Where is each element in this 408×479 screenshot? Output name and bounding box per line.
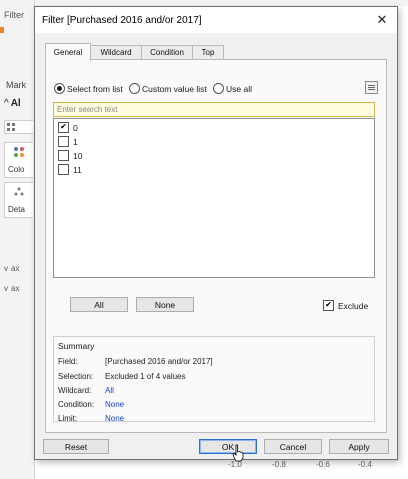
summary-field-label: Field: — [58, 357, 78, 366]
close-icon[interactable]: ✕ — [373, 11, 391, 29]
search-input[interactable] — [53, 102, 375, 117]
list-item[interactable]: 10 — [58, 150, 82, 162]
radio-use-all[interactable]: Use all — [213, 83, 252, 94]
exclude-checkbox[interactable]: Exclude — [323, 300, 368, 311]
summary-selection-value: Excluded 1 of 4 values — [105, 372, 186, 381]
radio-label: Use all — [226, 84, 252, 94]
marks-all-header[interactable]: ^ Al — [4, 98, 21, 109]
side-panel: Filter Mark ^ Al Colo Deta v ax v ax — [0, 0, 35, 479]
chevron-up-icon: ^ — [4, 98, 9, 109]
summary-condition-link[interactable]: None — [105, 400, 124, 409]
axis-tick: -0.6 — [316, 460, 330, 469]
hand-cursor-icon — [232, 444, 244, 462]
checkbox-checked-icon[interactable] — [323, 300, 334, 311]
select-all-button[interactable]: All — [70, 297, 128, 312]
color-tile-label: Colo — [8, 165, 25, 174]
axis-tick: -0.4 — [358, 460, 372, 469]
summary-limit-label: Limit: — [58, 414, 78, 423]
list-item-label: 1 — [73, 137, 78, 147]
detail-icon — [14, 187, 24, 196]
radio-selected-icon — [54, 83, 65, 94]
apply-button[interactable]: Apply — [329, 439, 389, 454]
checkbox-icon[interactable] — [58, 164, 69, 175]
summary-condition-label: Condition: — [58, 400, 95, 409]
list-options-button[interactable] — [365, 81, 378, 94]
chevron-down-icon: v — [4, 264, 8, 273]
color-icon — [14, 147, 24, 157]
measure-row-2[interactable]: v ax — [4, 284, 19, 293]
tab-wildcard[interactable]: Wildcard — [90, 45, 142, 60]
summary-box: Summary Field: [Purchased 2016 and/or 20… — [53, 336, 375, 423]
tab-condition[interactable]: Condition — [141, 45, 193, 60]
summary-wildcard-link[interactable]: All — [105, 386, 114, 395]
dialog-titlebar[interactable]: Filter [Purchased 2016 and/or 2017] ✕ — [35, 7, 397, 33]
radio-label: Custom value list — [142, 84, 207, 94]
detail-tile-label: Deta — [8, 205, 25, 214]
marks-all-label: Al — [10, 98, 21, 109]
values-list: 0 1 10 11 — [53, 118, 375, 278]
marks-card-label: Mark — [6, 80, 26, 90]
summary-selection-label: Selection: — [58, 372, 94, 381]
reset-button[interactable]: Reset — [43, 439, 109, 454]
list-item[interactable]: 0 — [58, 122, 78, 134]
chevron-down-icon: v — [4, 284, 8, 293]
cancel-button[interactable]: Cancel — [264, 439, 322, 454]
summary-limit-link[interactable]: None — [105, 414, 124, 423]
radio-select-from-list[interactable]: Select from list — [54, 83, 123, 94]
checkbox-icon[interactable] — [58, 150, 69, 161]
summary-field-value: [Purchased 2016 and/or 2017] — [105, 357, 213, 366]
select-none-button[interactable]: None — [136, 297, 194, 312]
mark-type-tile[interactable] — [4, 120, 33, 134]
measure-row-1[interactable]: v ax — [4, 264, 19, 273]
general-tab-panel: Select from list Custom value list Use a… — [45, 59, 387, 433]
list-item[interactable]: 1 — [58, 136, 78, 148]
filters-shelf-label: Filter — [4, 10, 24, 20]
measure-row-1-label: ax — [11, 264, 20, 273]
ok-button[interactable]: OK — [199, 439, 257, 454]
radio-label: Select from list — [67, 84, 123, 94]
list-item-label: 0 — [73, 123, 78, 133]
marks-type-icon — [7, 123, 15, 131]
list-icon — [368, 85, 375, 86]
radio-icon — [129, 83, 140, 94]
list-item-label: 10 — [73, 151, 83, 161]
radio-icon — [213, 83, 224, 94]
color-tile[interactable]: Colo — [4, 142, 33, 178]
summary-wildcard-label: Wildcard: — [58, 386, 92, 395]
detail-tile[interactable]: Deta — [4, 182, 33, 218]
list-item[interactable]: 11 — [58, 164, 82, 176]
dialog-title: Filter [Purchased 2016 and/or 2017] — [42, 15, 202, 26]
measure-row-2-label: ax — [11, 284, 20, 293]
checkbox-icon[interactable] — [58, 136, 69, 147]
radio-custom-value-list[interactable]: Custom value list — [129, 83, 207, 94]
tab-top[interactable]: Top — [192, 45, 224, 60]
axis-tick: -0.8 — [272, 460, 286, 469]
summary-title: Summary — [58, 341, 95, 351]
tab-general[interactable]: General — [45, 43, 91, 61]
list-icon-line — [368, 87, 375, 88]
exclude-label: Exclude — [338, 301, 369, 311]
checkbox-checked-icon[interactable] — [58, 122, 69, 133]
filter-dialog: Filter [Purchased 2016 and/or 2017] ✕ Ge… — [34, 6, 398, 460]
list-item-label: 11 — [73, 165, 82, 175]
list-icon-line — [368, 89, 375, 90]
filter-pill-accent — [0, 27, 4, 33]
